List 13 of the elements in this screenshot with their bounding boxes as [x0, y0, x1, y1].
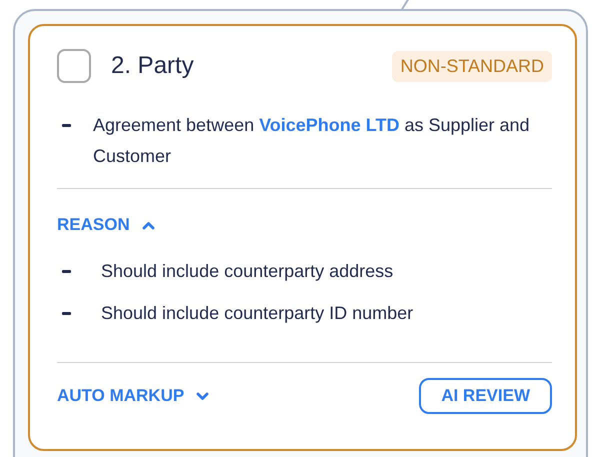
- clause-summary: Agreement between VoicePhone LTD as Supplier and Customer: [93, 114, 531, 168]
- auto-markup-toggle[interactable]: AUTO MARKUP: [57, 386, 210, 406]
- party-link[interactable]: VoicePhone LTD: [259, 115, 400, 135]
- dash-icon: [62, 124, 71, 127]
- status-badge: NON-STANDARD: [392, 50, 552, 82]
- checkbox[interactable]: [57, 49, 91, 83]
- ai-review-button[interactable]: AI REVIEW: [419, 378, 552, 414]
- reason-text: Should include counterparty ID number: [101, 303, 414, 324]
- dash-icon: [62, 270, 71, 273]
- reason-toggle[interactable]: REASON: [57, 215, 155, 235]
- clause-title: 2. Party: [111, 52, 194, 80]
- reason-text: Should include counterparty address: [101, 261, 394, 282]
- dash-icon: [62, 312, 71, 315]
